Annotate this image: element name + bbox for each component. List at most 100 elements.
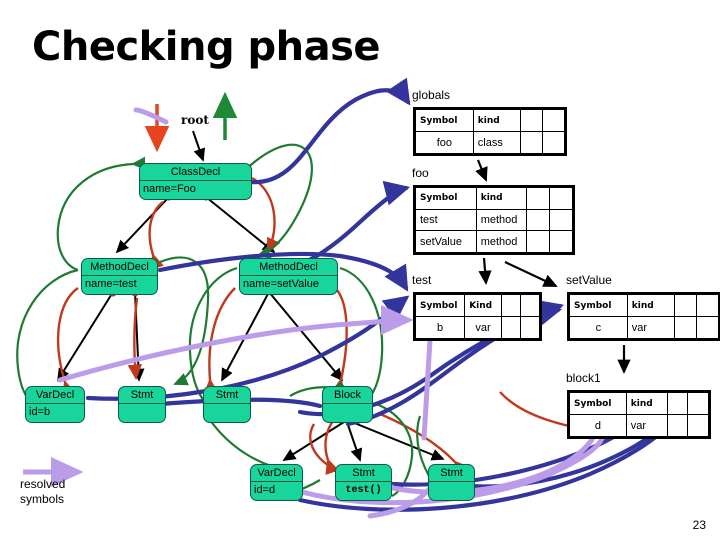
column-header-3 bbox=[674, 294, 698, 317]
table-header-row: Symbol kind bbox=[415, 109, 565, 132]
column-header-3 bbox=[520, 109, 544, 132]
ast-node-stmt-2-attr bbox=[204, 404, 250, 421]
table-row[interactable]: foo class bbox=[415, 131, 565, 154]
ast-node-vardecl-b-attr: id=b bbox=[29, 406, 51, 418]
cell-3 bbox=[500, 316, 521, 339]
cell-4 bbox=[548, 230, 574, 253]
ast-node-stmt-3-type: Stmt bbox=[429, 465, 474, 482]
ast-node-stmt-1[interactable]: Stmt bbox=[118, 386, 166, 423]
cell-4 bbox=[548, 208, 574, 232]
symbol-table-block1[interactable]: Symbol kind d var bbox=[567, 390, 711, 439]
ast-node-block[interactable]: Block bbox=[322, 386, 373, 423]
column-header-3 bbox=[525, 187, 550, 210]
column-header-4 bbox=[519, 294, 541, 317]
ast-node-block-attr bbox=[323, 404, 372, 421]
table-row[interactable]: setValue method bbox=[415, 230, 574, 253]
cell-4 bbox=[542, 131, 565, 154]
ast-node-stmt-2-type: Stmt bbox=[204, 387, 250, 404]
tree-edges bbox=[57, 193, 445, 462]
column-header-kind: Kind bbox=[464, 294, 502, 317]
symbol-table-label-globals: globals bbox=[412, 88, 451, 102]
column-header-symbol: Symbol bbox=[569, 392, 627, 415]
cell-symbol: test bbox=[415, 208, 477, 232]
table-row[interactable]: test method bbox=[415, 208, 574, 232]
symbol-table-label-block1: block1 bbox=[566, 371, 601, 385]
cell-symbol: b bbox=[414, 316, 466, 339]
column-header-4 bbox=[687, 392, 709, 415]
column-header-4 bbox=[696, 294, 719, 317]
cell-3 bbox=[674, 316, 698, 339]
cell-symbol: foo bbox=[415, 131, 474, 154]
cell-kind: var bbox=[464, 316, 502, 339]
ast-node-methoddecl-setvalue-attr: name=setValue bbox=[243, 278, 319, 290]
root-label: root bbox=[181, 113, 209, 127]
cell-kind: method bbox=[475, 230, 527, 253]
slide-canvas: Checking phase root resolved symbols Cla… bbox=[0, 0, 720, 540]
column-header-symbol: Symbol bbox=[569, 294, 628, 317]
column-header-kind: kind bbox=[626, 294, 676, 317]
legend-line-1: resolved bbox=[20, 477, 66, 491]
cell-symbol: setValue bbox=[415, 230, 477, 253]
ast-node-block-type: Block bbox=[323, 387, 372, 404]
ast-node-classdecl-type: ClassDecl bbox=[140, 164, 251, 181]
column-header-kind: kind bbox=[625, 392, 668, 415]
symbol-table-label-test: test bbox=[412, 273, 432, 287]
ast-node-vardecl-d[interactable]: VarDecl id=d bbox=[250, 464, 303, 501]
cell-4 bbox=[696, 316, 719, 339]
column-header-kind: kind bbox=[475, 187, 527, 210]
cell-kind: method bbox=[475, 208, 527, 232]
ast-node-vardecl-b[interactable]: VarDecl id=b bbox=[25, 386, 85, 423]
ast-node-classdecl-attr: name=Foo bbox=[143, 183, 196, 195]
column-header-3 bbox=[666, 392, 689, 415]
ast-node-stmt-2[interactable]: Stmt bbox=[203, 386, 251, 423]
cell-4 bbox=[519, 316, 541, 339]
ast-node-stmt-1-type: Stmt bbox=[119, 387, 165, 404]
ast-node-methoddecl-test-type: MethodDecl bbox=[82, 259, 157, 276]
ast-node-vardecl-d-attr: id=d bbox=[254, 484, 276, 496]
column-header-4 bbox=[542, 109, 565, 132]
table-header-row: Symbol kind bbox=[415, 187, 574, 210]
ast-node-vardecl-b-type: VarDecl bbox=[26, 387, 84, 404]
table-row[interactable]: c var bbox=[569, 316, 719, 339]
table-row[interactable]: b var bbox=[414, 316, 541, 339]
column-header-symbol: Symbol bbox=[415, 109, 474, 132]
ast-node-stmt-1-attr bbox=[119, 404, 165, 421]
cell-kind: var bbox=[625, 414, 668, 437]
symbol-table-label-foo: foo bbox=[412, 166, 429, 180]
ast-node-stmt-test-call-attr: test() bbox=[345, 485, 382, 496]
column-header-4 bbox=[548, 187, 574, 210]
ast-node-methoddecl-test[interactable]: MethodDecl name=test bbox=[81, 258, 158, 295]
cell-4 bbox=[687, 414, 709, 437]
cell-kind: class bbox=[472, 131, 522, 154]
ast-node-methoddecl-test-attr: name=test bbox=[85, 278, 137, 290]
ast-node-stmt-test-call-type: Stmt bbox=[336, 465, 391, 482]
page-number: 23 bbox=[692, 518, 706, 532]
symbol-table-globals[interactable]: Symbol kind foo class bbox=[413, 107, 567, 156]
symbol-table-setvalue[interactable]: Symbol kind c var bbox=[567, 292, 720, 341]
cell-symbol: c bbox=[569, 316, 628, 339]
cell-3 bbox=[520, 131, 544, 154]
ast-node-stmt-3[interactable]: Stmt bbox=[428, 464, 475, 501]
cell-symbol: d bbox=[569, 414, 627, 437]
table-header-row: Symbol kind bbox=[569, 294, 719, 317]
symbol-table-label-setvalue: setValue bbox=[566, 273, 612, 287]
table-header-row: Symbol Kind bbox=[414, 294, 541, 317]
cell-3 bbox=[525, 230, 550, 253]
column-header-kind: kind bbox=[472, 109, 522, 132]
cell-3 bbox=[525, 208, 550, 232]
symbol-table-foo[interactable]: Symbol kind test method setValue method bbox=[413, 185, 575, 255]
ast-node-vardecl-d-type: VarDecl bbox=[251, 465, 302, 482]
ast-node-methoddecl-setvalue-type: MethodDecl bbox=[240, 259, 337, 276]
ast-node-methoddecl-setvalue[interactable]: MethodDecl name=setValue bbox=[239, 258, 338, 295]
ast-node-stmt-test-call[interactable]: Stmt test() bbox=[335, 464, 392, 501]
table-row[interactable]: d var bbox=[569, 414, 709, 437]
ast-node-classdecl[interactable]: ClassDecl name=Foo bbox=[139, 163, 252, 200]
symbol-table-test[interactable]: Symbol Kind b var bbox=[413, 292, 542, 341]
ast-node-stmt-3-attr bbox=[429, 482, 474, 499]
cell-3 bbox=[666, 414, 689, 437]
column-header-symbol: Symbol bbox=[414, 294, 466, 317]
legend-line-2: symbols bbox=[20, 492, 65, 506]
column-header-symbol: Symbol bbox=[415, 187, 477, 210]
table-header-row: Symbol kind bbox=[569, 392, 709, 415]
legend-resolved-symbols: resolved symbols bbox=[20, 477, 65, 507]
